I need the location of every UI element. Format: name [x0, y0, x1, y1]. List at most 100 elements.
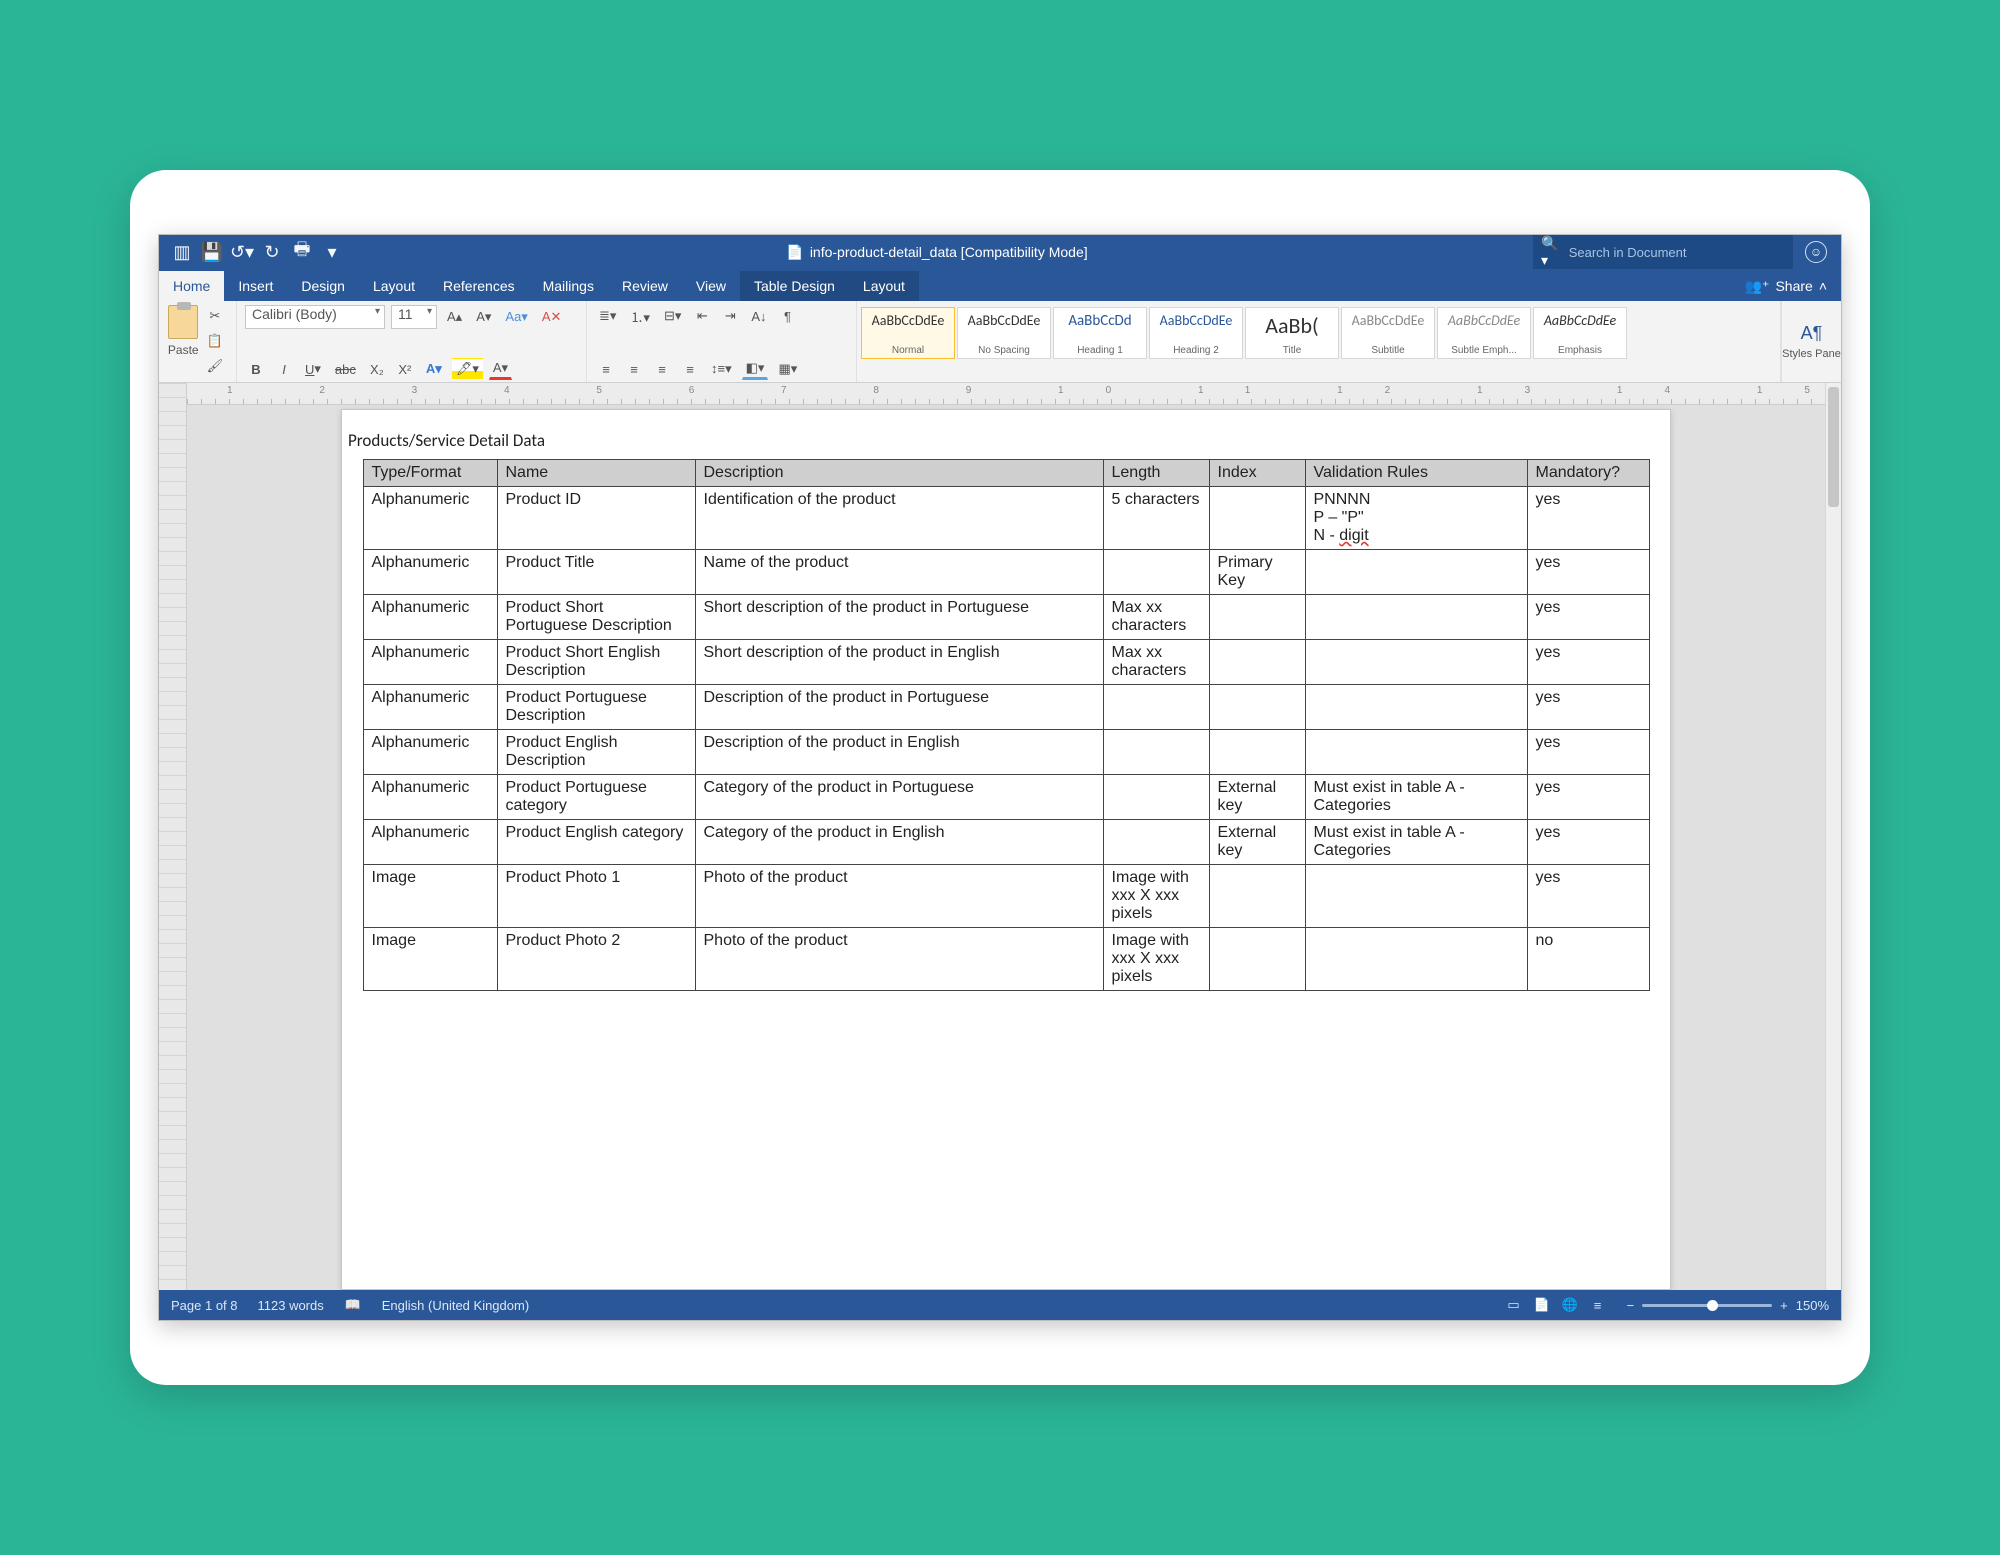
style-subtitle[interactable]: AaBbCcDdEeSubtitle [1341, 307, 1435, 359]
table-cell[interactable]: yes [1527, 487, 1649, 550]
table-cell[interactable]: yes [1527, 820, 1649, 865]
font-name-dropdown[interactable]: Calibri (Body) [245, 305, 385, 329]
style-heading1[interactable]: AaBbCcDdHeading 1 [1053, 307, 1147, 359]
justify-icon[interactable]: ≡ [679, 358, 701, 380]
table-cell[interactable] [1103, 685, 1209, 730]
table-cell[interactable]: Image [363, 928, 497, 991]
table-cell[interactable]: yes [1527, 550, 1649, 595]
search-box[interactable]: 🔍▾ [1533, 234, 1793, 271]
table-row[interactable]: ImageProduct Photo 2Photo of the product… [363, 928, 1649, 991]
text-effects-icon[interactable]: A▾ [422, 358, 446, 380]
table-cell[interactable]: yes [1527, 595, 1649, 640]
sort-icon[interactable]: A↓ [747, 305, 770, 327]
table-cell[interactable]: Primary Key [1209, 550, 1305, 595]
document-page[interactable]: Products/Service Detail Data Type/Format… [341, 409, 1671, 1290]
italic-button[interactable]: I [273, 358, 295, 380]
vertical-scrollbar[interactable] [1825, 383, 1841, 1290]
table-cell[interactable]: Alphanumeric [363, 685, 497, 730]
paste-icon[interactable] [168, 305, 198, 339]
language-indicator[interactable]: English (United Kingdom) [382, 1298, 529, 1313]
borders-icon[interactable]: ▦▾ [774, 358, 801, 380]
table-cell[interactable] [1305, 640, 1527, 685]
table-cell[interactable]: Product Portuguese category [497, 775, 695, 820]
table-cell[interactable]: Product Photo 2 [497, 928, 695, 991]
tab-layout[interactable]: Layout [359, 271, 429, 301]
table-cell[interactable]: Max xx characters [1103, 640, 1209, 685]
feedback-icon[interactable]: ☺ [1805, 241, 1827, 263]
print-layout-icon[interactable]: 📄 [1533, 1296, 1551, 1314]
grow-font-icon[interactable]: A▴ [443, 306, 466, 328]
table-cell[interactable]: Max xx characters [1103, 595, 1209, 640]
table-cell[interactable] [1305, 685, 1527, 730]
shading-icon[interactable]: ◧▾ [742, 358, 769, 380]
tab-review[interactable]: Review [608, 271, 682, 301]
table-cell[interactable] [1209, 730, 1305, 775]
table-cell[interactable]: Photo of the product [695, 865, 1103, 928]
zoom-control[interactable]: − + 150% [1627, 1298, 1829, 1313]
table-cell[interactable] [1209, 640, 1305, 685]
copy-icon[interactable]: 📋 [203, 330, 228, 352]
redo-icon[interactable]: ↻ [263, 243, 281, 261]
table-cell[interactable] [1209, 685, 1305, 730]
table-row[interactable]: ImageProduct Photo 1Photo of the product… [363, 865, 1649, 928]
zoom-slider[interactable] [1642, 1304, 1772, 1307]
table-cell[interactable]: Image with xxx X xxx pixels [1103, 865, 1209, 928]
table-row[interactable]: AlphanumericProduct English DescriptionD… [363, 730, 1649, 775]
table-cell[interactable]: External key [1209, 820, 1305, 865]
tab-design[interactable]: Design [287, 271, 359, 301]
vertical-ruler[interactable] [159, 383, 187, 1290]
table-cell[interactable]: yes [1527, 865, 1649, 928]
bold-button[interactable]: B [245, 358, 267, 380]
table-cell[interactable]: Product ID [497, 487, 695, 550]
layout-view-icon[interactable]: ▥ [173, 243, 191, 261]
tab-view[interactable]: View [682, 271, 740, 301]
table-row[interactable]: AlphanumericProduct Short English Descri… [363, 640, 1649, 685]
subscript-button[interactable]: X₂ [366, 358, 388, 380]
page-indicator[interactable]: Page 1 of 8 [171, 1298, 238, 1313]
search-input[interactable] [1569, 245, 1785, 260]
table-cell[interactable] [1209, 865, 1305, 928]
align-center-icon[interactable]: ≡ [623, 358, 645, 380]
table-row[interactable]: AlphanumericProduct English categoryCate… [363, 820, 1649, 865]
table-cell[interactable]: Alphanumeric [363, 640, 497, 685]
table-cell[interactable] [1305, 928, 1527, 991]
table-cell[interactable]: yes [1527, 685, 1649, 730]
table-row[interactable]: AlphanumericProduct IDIdentification of … [363, 487, 1649, 550]
table-cell[interactable]: Alphanumeric [363, 730, 497, 775]
table-cell[interactable]: Description of the product in English [695, 730, 1103, 775]
indent-inc-icon[interactable]: ⇥ [719, 305, 741, 327]
table-cell[interactable]: Must exist in table A - Categories [1305, 775, 1527, 820]
table-cell[interactable]: Short description of the product in Engl… [695, 640, 1103, 685]
table-row[interactable]: AlphanumericProduct Portuguese categoryC… [363, 775, 1649, 820]
indent-dec-icon[interactable]: ⇤ [691, 305, 713, 327]
underline-button[interactable]: U▾ [301, 358, 325, 380]
table-cell[interactable]: Product Title [497, 550, 695, 595]
format-painter-icon[interactable]: 🖌 [203, 355, 228, 377]
table-cell[interactable]: Identification of the product [695, 487, 1103, 550]
table-cell[interactable]: Alphanumeric [363, 550, 497, 595]
font-color-icon[interactable]: A▾ [489, 358, 512, 380]
tab-table-design[interactable]: Table Design [740, 271, 849, 301]
style-emphasis[interactable]: AaBbCcDdEeEmphasis [1533, 307, 1627, 359]
table-row[interactable]: AlphanumericProduct Short Portuguese Des… [363, 595, 1649, 640]
style-title[interactable]: AaBb(Title [1245, 307, 1339, 359]
outline-icon[interactable]: ≡ [1589, 1296, 1607, 1314]
numbering-icon[interactable]: ⒈▾ [626, 305, 654, 327]
table-cell[interactable] [1305, 595, 1527, 640]
align-right-icon[interactable]: ≡ [651, 358, 673, 380]
table-cell[interactable]: Image [363, 865, 497, 928]
table-cell[interactable]: Product English category [497, 820, 695, 865]
spellcheck-icon[interactable]: 📖 [344, 1296, 362, 1314]
table-cell[interactable]: Image with xxx X xxx pixels [1103, 928, 1209, 991]
font-size-dropdown[interactable]: 11 [391, 305, 437, 329]
table-row[interactable]: AlphanumericProduct TitleName of the pro… [363, 550, 1649, 595]
line-spacing-icon[interactable]: ↕≡▾ [707, 358, 736, 380]
table-cell[interactable] [1305, 730, 1527, 775]
style-no-spacing[interactable]: AaBbCcDdEeNo Spacing [957, 307, 1051, 359]
word-count[interactable]: 1123 words [258, 1298, 324, 1313]
change-case-icon[interactable]: Aa▾ [501, 306, 531, 328]
table-cell[interactable]: yes [1527, 640, 1649, 685]
share-button[interactable]: 👥⁺ Share ˄ [1731, 271, 1841, 301]
table-cell[interactable] [1209, 928, 1305, 991]
data-table[interactable]: Type/FormatNameDescriptionLengthIndexVal… [363, 459, 1650, 991]
